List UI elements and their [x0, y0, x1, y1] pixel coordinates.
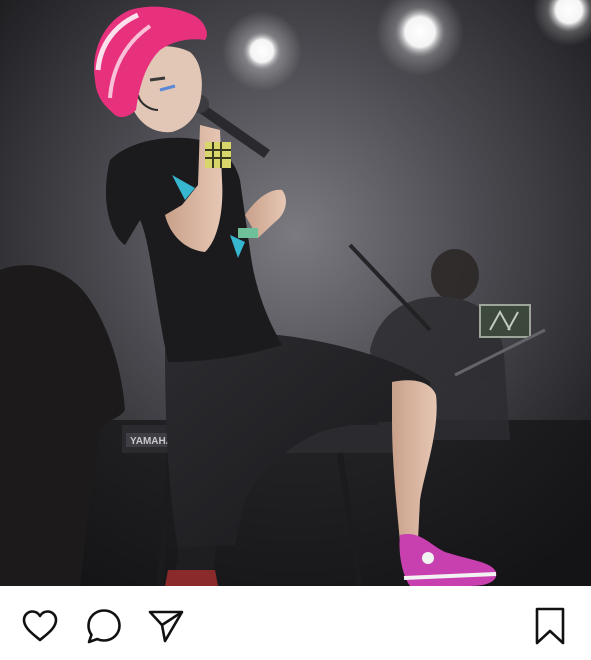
stage-light	[395, 7, 445, 57]
speech-bubble-icon	[87, 609, 121, 644]
concert-photo: YAMAHA	[0, 0, 591, 586]
checkered-wristband	[205, 142, 231, 168]
stage-light	[243, 32, 281, 70]
post-photo[interactable]: YAMAHA	[0, 0, 591, 586]
save-button[interactable]	[530, 606, 570, 646]
keyboard-brand-text: YAMAHA	[130, 436, 173, 447]
comment-button[interactable]	[84, 606, 124, 646]
like-button[interactable]	[20, 606, 60, 646]
paper-plane-icon	[148, 610, 184, 643]
share-button[interactable]	[146, 606, 186, 646]
heart-outline-icon	[22, 610, 58, 642]
bookmark-outline-icon	[535, 607, 565, 645]
post-action-bar	[0, 586, 591, 660]
